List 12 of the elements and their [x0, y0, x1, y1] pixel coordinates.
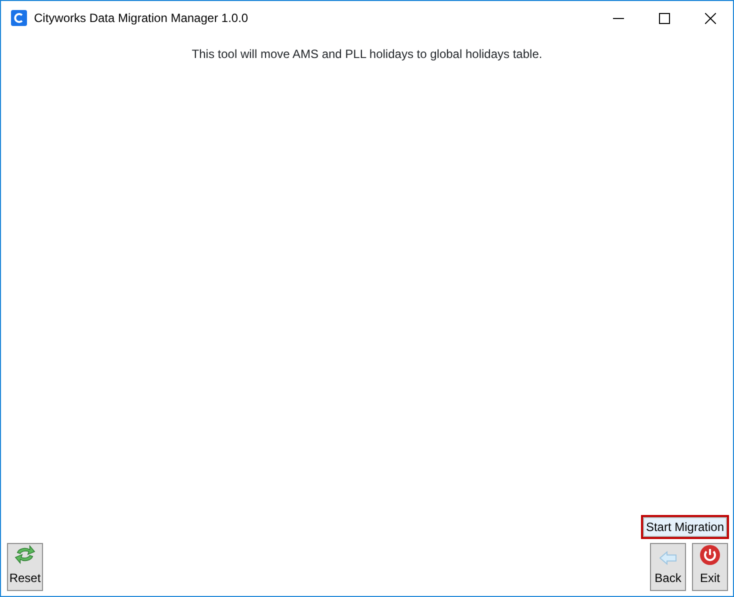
back-button[interactable]: Back	[650, 543, 686, 591]
power-icon	[700, 545, 720, 565]
refresh-icon	[14, 544, 36, 565]
maximize-icon	[658, 12, 670, 24]
window-title: Cityworks Data Migration Manager 1.0.0	[34, 10, 248, 27]
left-arrow-icon	[659, 551, 677, 565]
instruction-text: This tool will move AMS and PLL holidays to global holidays table.	[192, 47, 542, 61]
exit-button[interactable]: Exit	[692, 543, 728, 591]
start-migration-button[interactable]: Start Migration	[640, 515, 729, 539]
close-icon	[704, 12, 716, 24]
app-logo-icon	[11, 10, 27, 26]
reset-button[interactable]: Reset	[7, 543, 43, 591]
